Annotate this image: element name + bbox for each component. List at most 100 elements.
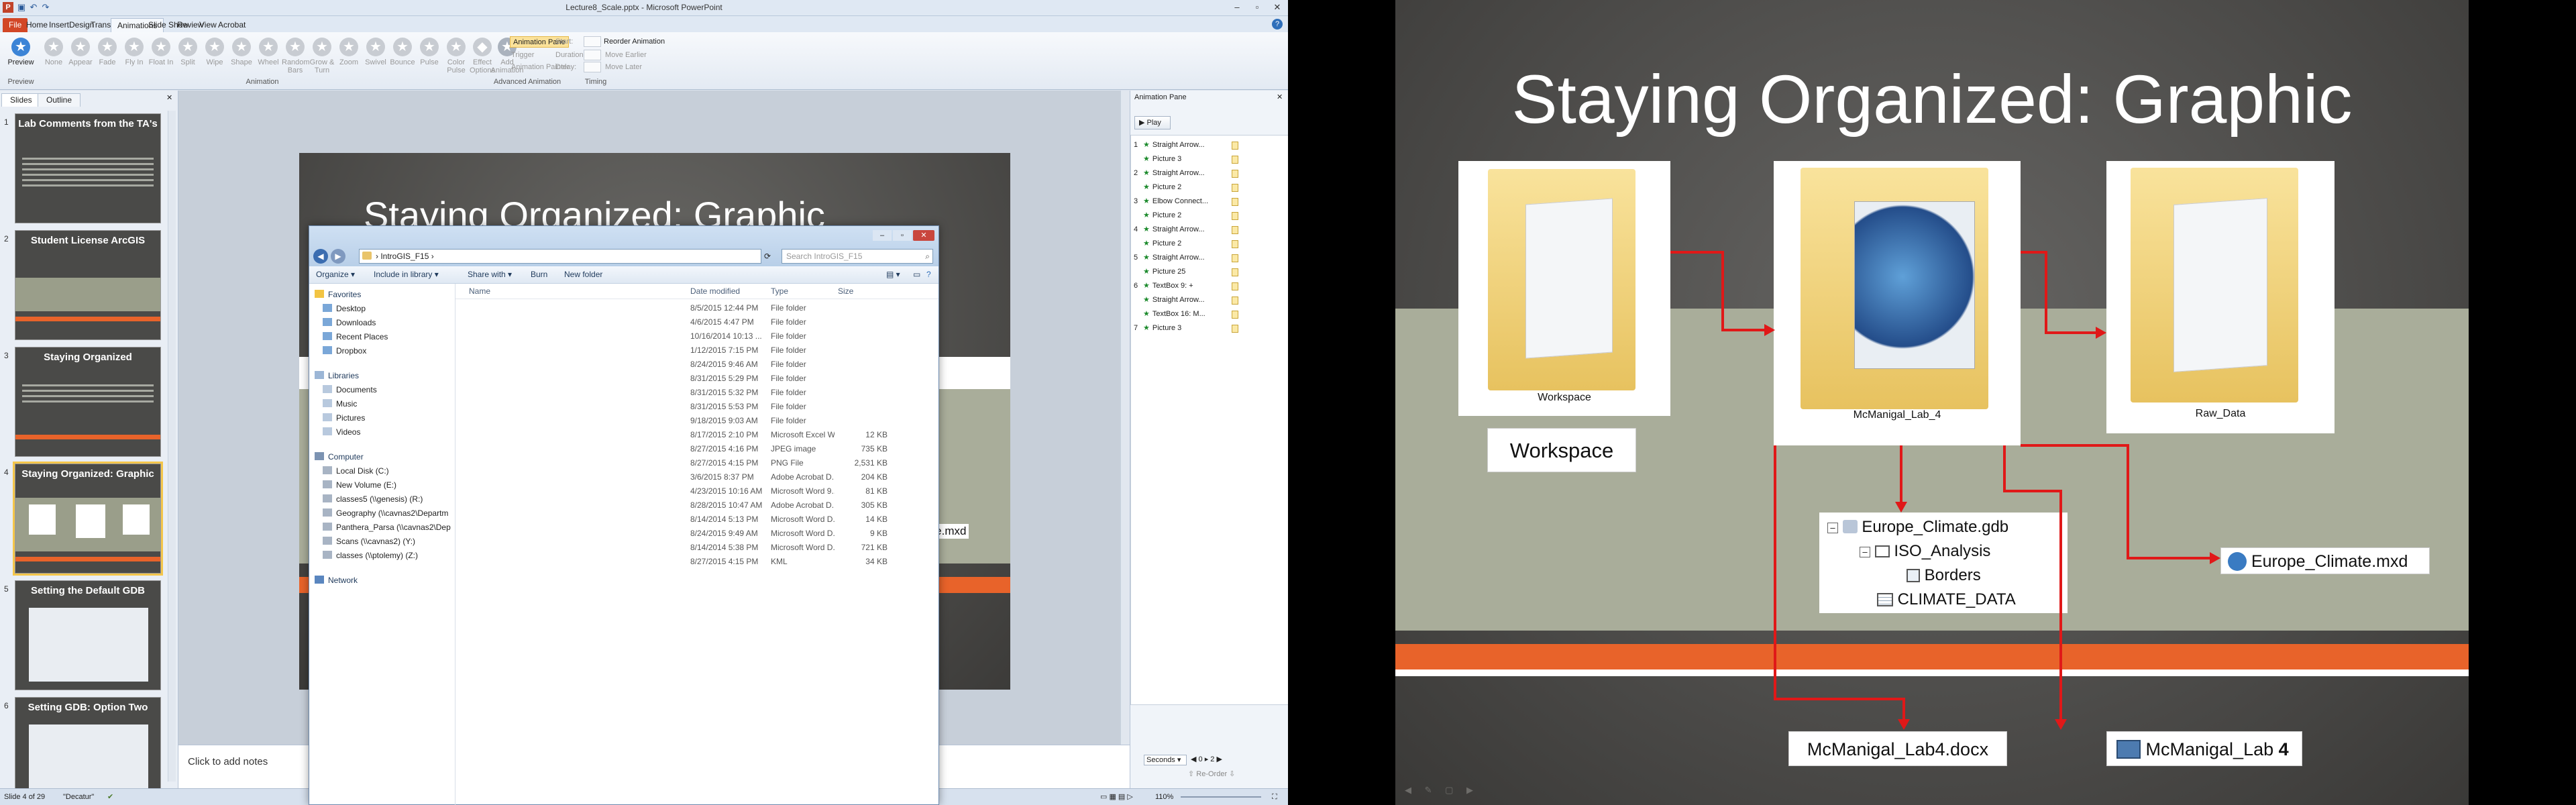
effect-fly-in[interactable]: ★ Fly In [121, 35, 148, 76]
effect-none[interactable]: ★ None [40, 35, 67, 76]
spellcheck-icon[interactable]: ✔ [107, 789, 113, 805]
close-pane-icon[interactable]: ✕ [166, 93, 172, 102]
animation-item[interactable]: 1 ★ Straight Arrow... [1134, 138, 1287, 152]
file-row[interactable]: 2983657.xlsx8/17/2015 2:10 PMMicrosoft E… [455, 428, 938, 442]
slide-thumbnail[interactable]: 3 Staying Organized [0, 347, 168, 461]
search-input[interactable]: Search IntroGIS_F15 ⌕ [782, 249, 933, 264]
effect-shape[interactable]: ★ Shape [228, 35, 255, 76]
close-animation-pane-icon[interactable]: ✕ [1277, 93, 1283, 101]
fit-slide-icon[interactable]: ⛶ [1272, 789, 1277, 805]
file-row[interactable]: Emailed_Labs8/5/2015 12:44 PMFile folder [455, 301, 938, 315]
address-bar[interactable]: › IntroGIS_F15 › [359, 249, 761, 264]
nav-computer[interactable]: Computer [315, 450, 364, 464]
effect-wheel[interactable]: ★ Wheel [255, 35, 282, 76]
column-name[interactable]: Name [469, 286, 490, 296]
nav-item[interactable]: Panthera_Parsa (\\cavnas2\Dep [323, 521, 451, 534]
zoom-slider[interactable] [1181, 796, 1261, 798]
slide-thumbnail[interactable]: 1 Lab Comments from the TA's [0, 113, 168, 227]
thumbnails-scrollbar[interactable] [168, 111, 176, 782]
nav-item[interactable]: Dropbox [323, 344, 366, 358]
tab-slides[interactable]: Slides [1, 93, 41, 107]
re-order-label[interactable]: ⇧ Re-Order ⇩ [1188, 769, 1235, 778]
explorer-close-icon[interactable]: ✕ [913, 230, 934, 241]
file-row[interactable]: IntroGIS_Syllabus8/31/2015 5:29 PMFile f… [455, 372, 938, 386]
nav-item[interactable]: Desktop [323, 302, 366, 315]
column-size[interactable]: Size [838, 286, 853, 296]
effect-float-in[interactable]: ★ Float In [148, 35, 174, 76]
maximize-icon[interactable]: ▫ [1248, 1, 1267, 13]
file-row[interactable]: McManigal_Lab4.docx8/24/2015 9:49 AMMicr… [455, 527, 938, 541]
file-row[interactable]: Images10/16/2014 10:13 ...File folder [455, 329, 938, 343]
explorer-minimize-icon[interactable]: – [873, 230, 892, 241]
file-row[interactable]: New-Features-in-Moodle-2-version-2-1.doc… [455, 541, 938, 555]
animation-item[interactable]: ★ Straight Arrow... [1134, 293, 1287, 307]
file-row[interactable]: IntroGIS_Lectures8/24/2015 9:46 AMFile f… [455, 358, 938, 372]
effect-zoom[interactable]: ★ Zoom [335, 35, 362, 76]
slide-thumbnail[interactable]: 4 Staying Organized: Graphic [0, 462, 168, 578]
nav-item[interactable]: Downloads [323, 316, 376, 329]
zoom-level[interactable]: 110% [1155, 789, 1173, 805]
nav-item[interactable]: classes5 (\\genesis) (R:) [323, 492, 423, 506]
file-row[interactable]: coordinatesystems.pdf3/6/2015 8:37 PMAdo… [455, 470, 938, 484]
file-row[interactable]: GEOG_230_Winter_2015.doc4/23/2015 10:16 … [455, 484, 938, 498]
column-type[interactable]: Type [771, 286, 788, 296]
preview-pane-icon[interactable]: ▭ [913, 270, 920, 279]
close-icon[interactable]: ✕ [1268, 1, 1287, 13]
tab-acrobat[interactable]: Acrobat [212, 18, 252, 32]
duration-field[interactable] [584, 50, 601, 60]
file-row[interactable]: IntroGIS_Labs1/12/2015 7:15 PMFile folde… [455, 343, 938, 358]
file-row[interactable]: lab hours.docx8/14/2014 5:13 PMMicrosoft… [455, 513, 938, 527]
effect-split[interactable]: ★ Split [174, 35, 201, 76]
move-earlier-button[interactable]: Move Earlier [605, 50, 647, 61]
file-row[interactable]: 08252015_NASA.jpg8/27/2015 4:16 PMJPEG i… [455, 442, 938, 456]
new-folder-button[interactable]: New folder [564, 270, 602, 279]
animation-item[interactable]: ★ TextBox 16: M... [1134, 307, 1287, 321]
file-row[interactable]: Resouces8/31/2015 5:32 PMFile folder [455, 386, 938, 400]
slideshow-controls[interactable]: ◀ ✎ ▢ ▶ [1405, 785, 1479, 796]
nav-item[interactable]: Videos [323, 425, 360, 439]
refresh-icon[interactable]: ⟳ [764, 252, 771, 261]
back-button[interactable]: ◀ [313, 249, 328, 264]
animation-item[interactable]: 6 ★ TextBox 9: + [1134, 279, 1287, 293]
file-row[interactable]: 20150826_HMS_Fires.png8/27/2015 4:15 PMP… [455, 456, 938, 470]
effect-random-bars[interactable]: ★ Random Bars [282, 35, 310, 76]
view-buttons[interactable]: ▭ ▦ ▤ ▷ [1100, 789, 1133, 805]
organize-button[interactable]: Organize ▾ [316, 270, 355, 279]
nav-libraries[interactable]: Libraries [315, 369, 359, 382]
effect-bounce[interactable]: ★ Bounce [389, 35, 416, 76]
animation-item[interactable]: ★ Picture 2 [1134, 237, 1287, 251]
animation-item[interactable]: ★ Picture 2 [1134, 209, 1287, 223]
trigger-button[interactable]: Trigger [511, 50, 534, 61]
nav-item[interactable]: classes (\\ptolemy) (Z:) [323, 549, 418, 562]
animation-item[interactable]: 2 ★ Straight Arrow... [1134, 166, 1287, 180]
slide-scrollbar[interactable] [1120, 91, 1130, 745]
preview-button[interactable]: ★ Preview [0, 35, 42, 76]
effect-appear[interactable]: ★ Appear [67, 35, 94, 76]
seconds-dropdown[interactable]: Seconds ▾ [1144, 755, 1187, 765]
explorer-help-icon[interactable]: ? [926, 270, 931, 279]
animation-item[interactable]: ★ Picture 25 [1134, 265, 1287, 279]
slide-thumbnail[interactable]: 5 Setting the Default GDB [0, 580, 168, 694]
file-row[interactable]: GIS syllabus Corbin.pdf8/28/2015 10:47 A… [455, 498, 938, 513]
nav-favorites[interactable]: Favorites [315, 288, 361, 301]
file-row[interactable]: smoke.kml8/27/2015 4:15 PMKML34 KB [455, 555, 938, 569]
timeline-nav[interactable]: ◀ 0 ▸ 2 ▶ [1191, 755, 1222, 763]
nav-item[interactable]: Local Disk (C:) [323, 464, 389, 478]
help-icon[interactable]: ? [1272, 19, 1283, 30]
move-later-button[interactable]: Move Later [605, 62, 642, 73]
burn-button[interactable]: Burn [531, 270, 547, 279]
nav-item[interactable]: Geography (\\cavnas2\Departm [323, 506, 448, 520]
forward-button[interactable]: ▶ [331, 249, 345, 264]
explorer-maximize-icon[interactable]: ▫ [893, 230, 912, 241]
include-in-library-button[interactable]: Include in library ▾ [374, 270, 439, 279]
file-row[interactable]: Rosters8/31/2015 5:53 PMFile folder [455, 400, 938, 414]
start-select[interactable] [584, 36, 601, 47]
slide-thumbnail[interactable]: 2 Student License ArcGIS [0, 230, 168, 344]
nav-item[interactable]: Pictures [323, 411, 365, 425]
file-row[interactable]: Student_Software9/18/2015 9:03 AMFile fo… [455, 414, 938, 428]
nav-item[interactable]: Documents [323, 383, 377, 396]
animation-item[interactable]: 3 ★ Elbow Connect... [1134, 195, 1287, 209]
effect-pulse[interactable]: ★ Pulse [416, 35, 443, 76]
minimize-icon[interactable]: – [1228, 1, 1246, 13]
nav-item[interactable]: Scans (\\cavnas2) (Y:) [323, 535, 415, 548]
